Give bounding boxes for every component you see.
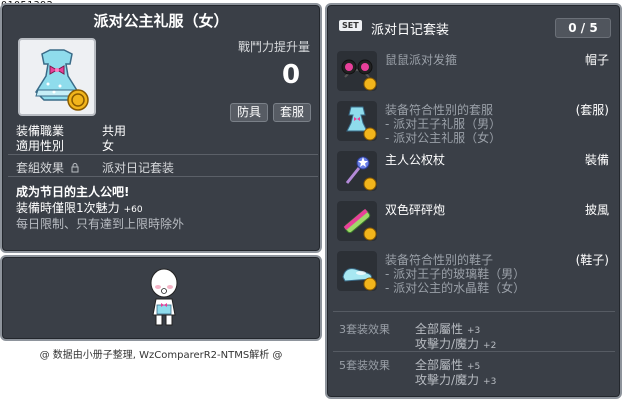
set-item-icon-frame [337, 201, 377, 241]
mouse-ear-headband-icon [341, 59, 377, 91]
divider [8, 176, 318, 177]
set-item-slot: (鞋子) [575, 253, 609, 267]
credit-text: @ 数据由小册子整理, WzComparerR2-NTMS解析 @ [39, 350, 283, 361]
gender-value: 女 [102, 139, 115, 153]
description-line-3: 每日限制、只有達到上限時除外 [16, 217, 185, 231]
gender-row: 適用性別 女 [16, 137, 114, 154]
set-item-name: 鼠鼠派对发箍 [385, 53, 458, 67]
set-value: 派对日记套装 [102, 161, 175, 175]
avatar-preview-panel [0, 255, 322, 341]
set-bonus-stat: 攻擊力/魔力 +2 [415, 337, 497, 351]
set-item-icon-frame [337, 251, 377, 291]
scepter-icon [345, 156, 377, 191]
divider [8, 154, 318, 155]
set-item-icon-frame [337, 151, 377, 191]
set-bonus-stat: 攻擊力/魔力 +3 [415, 373, 497, 387]
description-charm-text: 装備時僅限1次魅力 [16, 201, 120, 215]
set-count: 0 / 5 [555, 18, 611, 38]
set-label: 套組效果 [16, 161, 65, 175]
set-item: 鼠鼠派对发箍 帽子 [337, 51, 617, 91]
item-icon-frame [18, 38, 96, 116]
set-item-slot: 帽子 [584, 53, 609, 67]
set-bonus-level: 3套装效果 [339, 323, 390, 336]
set-name: 派对日记套装 [371, 23, 450, 38]
tag-armor: 防具 [230, 103, 269, 122]
set-info-panel: SET 派对日记套装 0 / 5 鼠鼠派对发箍 帽子 装备符合性别的套服 (套服… [325, 3, 622, 399]
set-item-name: 主人公权杖 [385, 153, 446, 167]
set-item: 主人公权杖 裝備 [337, 151, 617, 191]
power-label: 戰鬥力提升量 [238, 40, 311, 54]
set-item-slot: 裝備 [584, 153, 609, 167]
party-dress-icon [35, 49, 89, 111]
set-item: 双色砰砰炮 披風 [337, 201, 617, 241]
glass-shoe-icon [342, 268, 377, 291]
charm-bonus: +60 [123, 205, 143, 215]
party-dress-icon [346, 106, 377, 141]
set-row: 套組效果 派对日记套装 [16, 159, 174, 176]
lock-icon [71, 163, 79, 173]
set-item-slot: (套服) [575, 103, 609, 117]
avatar-preview [150, 268, 178, 326]
set-item: 装备符合性别的鞋子 (鞋子) - 派对王子的玻璃鞋（男） - 派对公主的水晶鞋（… [337, 251, 617, 297]
set-item: 装备符合性别的套服 (套服) - 派对王子礼服（男） - 派对公主礼服（女） [337, 101, 617, 147]
divider [333, 311, 615, 312]
divider [333, 351, 615, 352]
item-title: 派对公主礼服（女） [93, 12, 229, 30]
set-bonus-level: 5套装效果 [339, 359, 390, 372]
description-line-2: 装備時僅限1次魅力 +60 [16, 199, 143, 216]
set-badge: SET [339, 20, 362, 31]
set-item-name: 双色砰砰炮 [385, 203, 446, 217]
party-cannon-icon [343, 208, 377, 241]
gender-label: 適用性別 [16, 139, 65, 153]
set-item-variant: - 派对公主的水晶鞋（女） [385, 281, 526, 295]
description-line-1: 成为节日的主人公吧! [16, 185, 130, 199]
set-item-slot: 披風 [584, 203, 609, 217]
set-item-variant: - 派对公主礼服（女） [385, 131, 502, 145]
set-item-icon-frame [337, 101, 377, 141]
tag-suit: 套服 [273, 103, 312, 122]
job-value: 共用 [102, 124, 127, 138]
power-value: 0 [282, 60, 301, 90]
item-tooltip-panel: 派对公主礼服（女） 戰鬥力提升量 0 防具 套服 装備職業 共用 適用性別女 套組… [0, 3, 322, 253]
set-item-icon-frame [337, 51, 377, 91]
